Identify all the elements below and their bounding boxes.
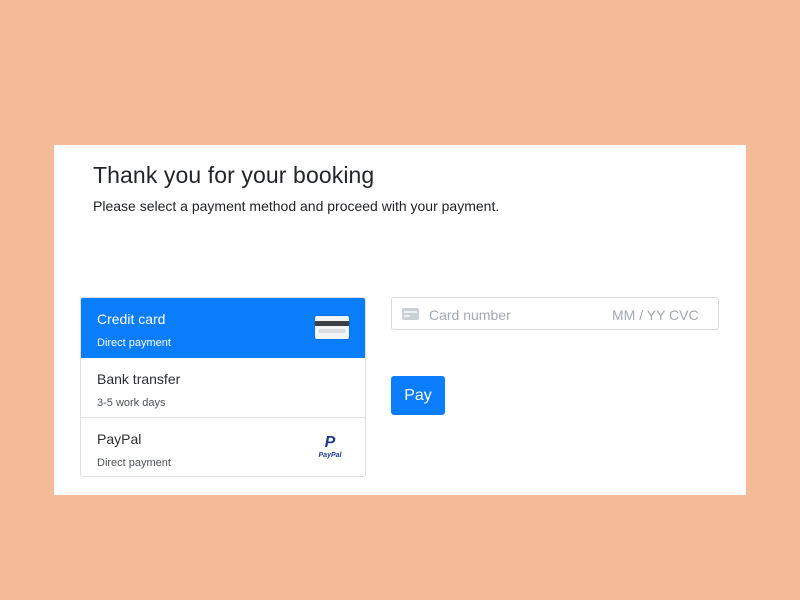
card-expiry-field[interactable]: MM / YY: [612, 307, 665, 323]
payment-method-description: Direct payment: [97, 457, 171, 469]
credit-card-icon: [315, 316, 349, 339]
card-chip-icon: [402, 308, 419, 320]
payment-method-paypal[interactable]: PayPal Direct payment P PayPal: [81, 418, 365, 476]
payment-method-list: Credit card Direct payment Bank transfer…: [80, 297, 366, 477]
payment-method-name: Credit card: [97, 311, 166, 327]
payment-method-name: Bank transfer: [97, 371, 181, 387]
payment-method-credit-card[interactable]: Credit card Direct payment: [81, 298, 365, 358]
payment-method-name: PayPal: [97, 431, 142, 447]
payment-method-description: Direct payment: [97, 337, 171, 349]
paypal-logo-icon: P PayPal: [318, 434, 342, 460]
card-details-input[interactable]: Card number MM / YY CVC: [391, 297, 719, 330]
pay-button[interactable]: Pay: [391, 376, 445, 415]
payment-method-bank-transfer[interactable]: Bank transfer 3-5 work days: [81, 358, 365, 418]
page-title: Thank you for your booking: [93, 162, 375, 188]
page-subtitle: Please select a payment method and proce…: [93, 198, 500, 214]
payment-panel: Thank you for your booking Please select…: [54, 145, 746, 495]
card-cvc-field[interactable]: CVC: [669, 307, 699, 323]
card-number-field[interactable]: Card number: [429, 307, 511, 323]
payment-method-description: 3-5 work days: [97, 397, 166, 409]
